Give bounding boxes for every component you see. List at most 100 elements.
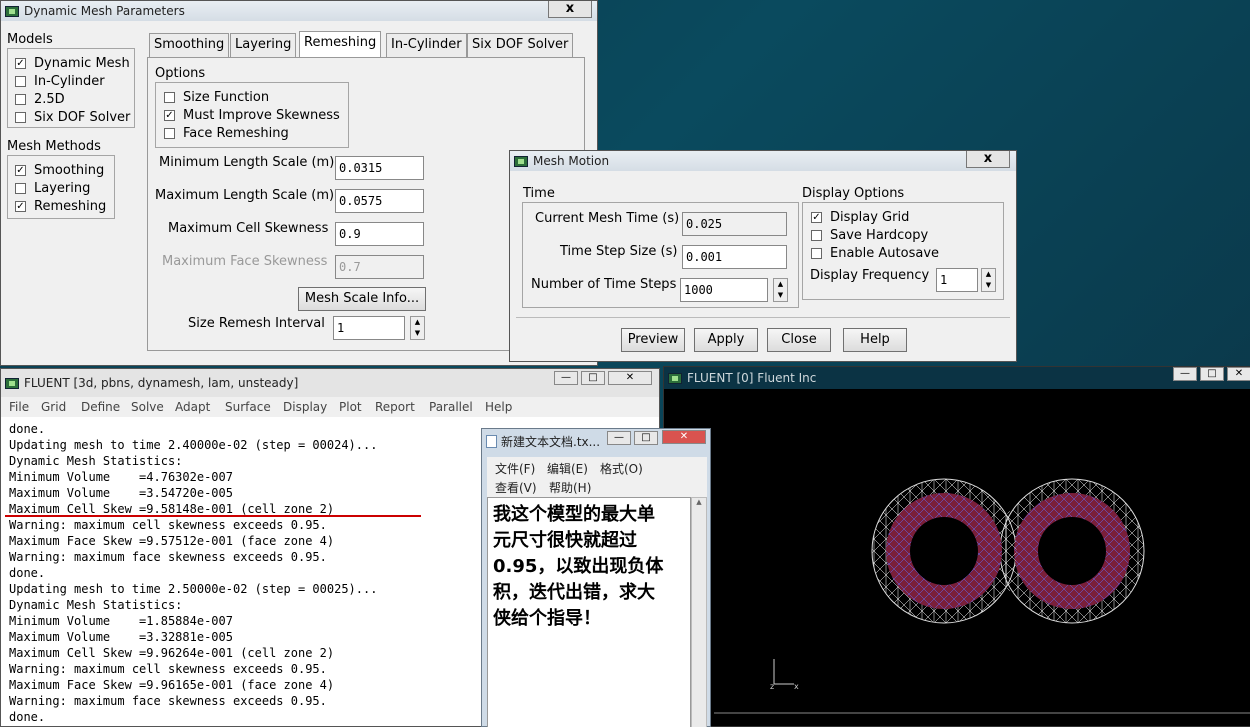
- mesh-scale-info-button[interactable]: Mesh Scale Info...: [298, 287, 426, 311]
- fluent-app-icon: [668, 372, 682, 384]
- model-2-5d-checkbox[interactable]: 2.5D: [15, 92, 65, 107]
- console-line: done.: [9, 566, 46, 580]
- menu-surface[interactable]: Surface: [225, 400, 271, 414]
- maximize-icon[interactable]: □: [1200, 367, 1224, 381]
- display-options-heading: Display Options: [802, 186, 905, 201]
- menu-help[interactable]: Help: [485, 400, 512, 414]
- close-icon[interactable]: ✕: [662, 430, 706, 444]
- checkmark-icon[interactable]: ✓: [15, 165, 26, 176]
- display-save-hardcopy-checkbox[interactable]: Save Hardcopy: [811, 228, 928, 243]
- tab-six-dof-solver[interactable]: Six DOF Solver: [467, 33, 574, 57]
- notepad-text-line: 我这个模型的最大单: [493, 504, 655, 525]
- tab-layering[interactable]: Layering: [230, 33, 297, 57]
- maximize-icon[interactable]: □: [634, 431, 658, 445]
- menu-adapt[interactable]: Adapt: [175, 400, 210, 414]
- notepad-menu-item[interactable]: 编辑(E): [547, 460, 588, 477]
- checkbox-empty-icon[interactable]: [15, 94, 26, 105]
- minimize-icon[interactable]: —: [607, 431, 631, 445]
- console-line: Updating mesh to time 2.50000e-02 (step …: [9, 582, 378, 596]
- console-output: done. Updating mesh to time 2.40000e-02 (…: [9, 421, 377, 725]
- checkbox-label: Six DOF Solver: [34, 110, 131, 125]
- notepad-text-line: 积，迭代出错，求大: [493, 582, 655, 603]
- model-dynamic-mesh-checkbox[interactable]: ✓ Dynamic Mesh: [15, 56, 130, 71]
- console-line: Warning: maximum face skewness exceeds 0…: [9, 550, 327, 564]
- menu-grid[interactable]: Grid: [41, 400, 66, 414]
- spin-arrows-icon[interactable]: ▲ ▼: [773, 278, 788, 302]
- checkbox-empty-icon[interactable]: [811, 230, 822, 241]
- apply-button[interactable]: Apply: [694, 328, 758, 352]
- checkbox-empty-icon[interactable]: [15, 76, 26, 87]
- mm-titlebar[interactable]: Mesh Motion: [510, 151, 1016, 171]
- close-icon[interactable]: x: [966, 151, 1010, 168]
- notepad-menu: 文件(F) 编辑(E) 格式(O) 查看(V) 帮助(H): [487, 457, 707, 497]
- notepad-text-line: 元尺寸很快就超过: [493, 530, 637, 551]
- checkbox-empty-icon[interactable]: [164, 92, 175, 103]
- dmp-titlebar[interactable]: Dynamic Mesh Parameters: [1, 1, 597, 21]
- tab-in-cylinder[interactable]: In-Cylinder: [386, 33, 467, 57]
- checkbox-empty-icon[interactable]: [164, 128, 175, 139]
- close-button[interactable]: Close: [767, 328, 831, 352]
- menu-display[interactable]: Display: [283, 400, 327, 414]
- vertical-scrollbar[interactable]: ▲: [691, 497, 707, 727]
- option-size-function-checkbox[interactable]: Size Function: [164, 90, 269, 105]
- tab-remeshing[interactable]: Remeshing: [299, 31, 382, 58]
- option-must-improve-skewness-checkbox[interactable]: ✓ Must Improve Skewness: [164, 108, 340, 123]
- checkmark-icon[interactable]: ✓: [811, 212, 822, 223]
- option-face-remeshing-checkbox[interactable]: Face Remeshing: [164, 126, 289, 141]
- preview-button[interactable]: Preview: [621, 328, 685, 352]
- checkmark-icon[interactable]: ✓: [15, 201, 26, 212]
- tab-smoothing[interactable]: Smoothing: [149, 33, 230, 57]
- time-step-size-input[interactable]: 0.001: [682, 245, 787, 269]
- number-of-time-steps-input[interactable]: 1000: [680, 278, 768, 302]
- menu-report[interactable]: Report: [375, 400, 415, 414]
- menu-solve[interactable]: Solve: [131, 400, 164, 414]
- display-enable-autosave-checkbox[interactable]: Enable Autosave: [811, 246, 939, 261]
- method-remeshing-checkbox[interactable]: ✓ Remeshing: [15, 199, 106, 214]
- spin-arrows-icon[interactable]: ▲ ▼: [981, 268, 996, 292]
- checkbox-label: Save Hardcopy: [830, 228, 929, 243]
- checkbox-empty-icon[interactable]: [811, 248, 822, 259]
- maximize-icon[interactable]: □: [581, 371, 605, 385]
- time-heading: Time: [523, 186, 555, 201]
- close-icon[interactable]: ✕: [1227, 367, 1250, 381]
- console-line: Minimum Volume =1.85884e-007: [9, 614, 233, 628]
- method-layering-checkbox[interactable]: Layering: [15, 181, 90, 196]
- menu-parallel[interactable]: Parallel: [429, 400, 473, 414]
- console-line: Dynamic Mesh Statistics:: [9, 598, 183, 612]
- checkbox-empty-icon[interactable]: [15, 112, 26, 123]
- checkbox-label: Size Function: [183, 90, 270, 105]
- checkbox-label: Enable Autosave: [830, 246, 940, 261]
- min-length-scale-input[interactable]: 0.0315: [335, 156, 424, 180]
- model-six-dof-solver-checkbox[interactable]: Six DOF Solver: [15, 110, 130, 125]
- checkbox-label: Smoothing: [34, 163, 105, 178]
- max-length-scale-input[interactable]: 0.0575: [335, 189, 424, 213]
- display-display-grid-checkbox[interactable]: ✓ Display Grid: [811, 210, 909, 225]
- method-smoothing-checkbox[interactable]: ✓ Smoothing: [15, 163, 104, 178]
- checkmark-icon[interactable]: ✓: [164, 110, 175, 121]
- models-heading: Models: [7, 32, 53, 47]
- notepad-editor[interactable]: 我这个模型的最大单 元尺寸很快就超过 0.95，以致出现负体 积，迭代出错，求大 侠给个…: [487, 497, 691, 727]
- minimize-icon[interactable]: —: [1173, 367, 1197, 381]
- fluent-app-icon: [5, 5, 19, 17]
- menu-file[interactable]: File: [9, 400, 29, 414]
- close-icon[interactable]: ✕: [608, 371, 652, 385]
- close-icon[interactable]: x: [548, 1, 592, 18]
- notepad-menu-item[interactable]: 帮助(H): [549, 479, 591, 496]
- divider: [516, 317, 1010, 318]
- max-cell-skewness-input[interactable]: 0.9: [335, 222, 424, 246]
- model-in-cylinder-checkbox[interactable]: In-Cylinder: [15, 74, 105, 89]
- notepad-menu-item[interactable]: 格式(O): [600, 460, 643, 477]
- help-button[interactable]: Help: [843, 328, 907, 352]
- graphics-titlebar[interactable]: FLUENT [0] Fluent Inc: [664, 367, 1250, 389]
- spin-arrows-icon[interactable]: ▲ ▼: [410, 316, 425, 340]
- notepad-menu-item[interactable]: 文件(F): [495, 460, 535, 477]
- size-remesh-interval-input[interactable]: 1: [333, 316, 405, 340]
- menu-define[interactable]: Define: [81, 400, 120, 414]
- menu-plot[interactable]: Plot: [339, 400, 362, 414]
- number-of-time-steps-label: Number of Time Steps: [531, 277, 677, 292]
- checkmark-icon[interactable]: ✓: [15, 58, 26, 69]
- minimize-icon[interactable]: —: [554, 371, 578, 385]
- display-frequency-input[interactable]: 1: [936, 268, 978, 292]
- checkbox-empty-icon[interactable]: [15, 183, 26, 194]
- notepad-menu-item[interactable]: 查看(V): [495, 479, 537, 496]
